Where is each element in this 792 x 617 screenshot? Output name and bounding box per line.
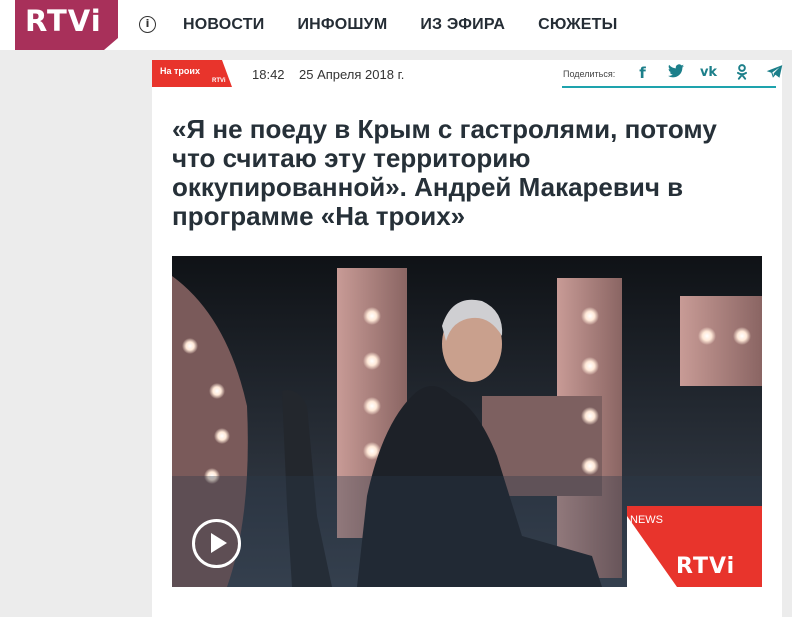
badge-news: NEWS: [630, 514, 663, 526]
share-bar: Поделиться: f vk: [562, 60, 783, 88]
nav-item-stories[interactable]: СЮЖЕТЫ: [538, 16, 617, 34]
share-label: Поделиться:: [563, 69, 616, 79]
program-tag-label: На троих: [160, 66, 200, 76]
logo-text: RTVi: [25, 4, 102, 38]
telegram-icon[interactable]: [758, 64, 791, 82]
odnoklassniki-icon[interactable]: [725, 64, 758, 82]
site-header: RTVi i НОВОСТИ ИНФОШУМ ИЗ ЭФИРА СЮЖЕТЫ: [0, 0, 792, 50]
play-icon: [211, 533, 227, 553]
nav-item-news[interactable]: НОВОСТИ: [183, 16, 264, 34]
facebook-icon[interactable]: f: [626, 64, 659, 82]
nav-item-from-air[interactable]: ИЗ ЭФИРА: [420, 16, 505, 34]
share-icons: f vk: [626, 64, 791, 82]
badge-rtvi-logo: RTVi: [676, 554, 736, 579]
publish-date: 25 Апреля 2018 г.: [299, 67, 405, 82]
main-nav: НОВОСТИ ИНФОШУМ ИЗ ЭФИРА СЮЖЕТЫ: [183, 16, 651, 34]
article-headline: «Я не поеду в Крым с гастролями, потому …: [172, 114, 717, 231]
play-button[interactable]: [192, 519, 241, 568]
program-tag[interactable]: На троих RTVi: [152, 60, 232, 87]
program-tag-logo: RTVi: [212, 78, 226, 84]
article-card: На троих RTVi 18:42 25 Апреля 2018 г. По…: [152, 60, 783, 617]
vk-icon[interactable]: vk: [692, 64, 725, 82]
video-thumbnail: [172, 256, 762, 587]
twitter-icon[interactable]: [659, 64, 692, 82]
publish-time: 18:42: [252, 67, 285, 82]
info-icon[interactable]: i: [139, 16, 156, 33]
video-player[interactable]: NEWS RTVi: [172, 256, 762, 587]
logo-corner: [104, 38, 118, 50]
rtvi-logo[interactable]: RTVi: [15, 0, 118, 50]
nav-item-infoshum[interactable]: ИНФОШУМ: [297, 16, 387, 34]
